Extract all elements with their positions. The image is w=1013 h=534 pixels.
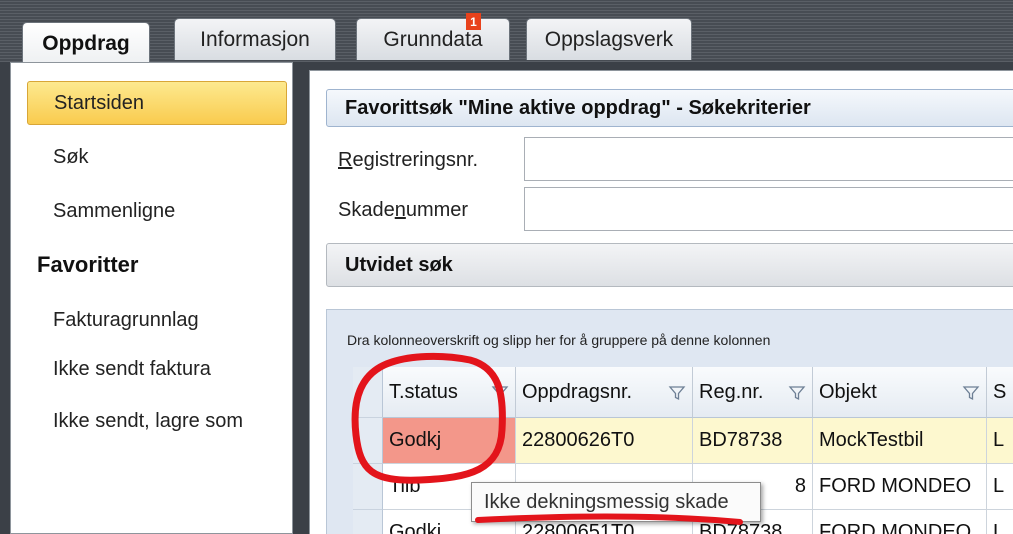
damage-number-input[interactable] bbox=[524, 187, 1013, 231]
tab-grunndata[interactable]: Grunndata 1 bbox=[356, 13, 510, 60]
sidebar-item-ikke-sendt-faktura[interactable]: Ikke sendt faktura bbox=[27, 347, 287, 391]
column-header-objekt[interactable]: Objekt bbox=[813, 367, 987, 418]
top-tab-strip: Oppdrag Informasjon Grunndata 1 Oppslags… bbox=[0, 0, 1013, 64]
column-header-label: Objekt bbox=[819, 380, 877, 403]
filter-funnel-icon[interactable] bbox=[668, 384, 686, 402]
sidebar-item-startsiden[interactable]: Startsiden bbox=[27, 81, 287, 125]
tab-oppdrag[interactable]: Oppdrag bbox=[22, 22, 150, 64]
extended-search-expander[interactable]: Utvidet søk bbox=[326, 243, 1013, 287]
group-drop-hint[interactable]: Dra kolonneoverskrift og slipp her for å… bbox=[347, 332, 770, 348]
row-indicator[interactable] bbox=[353, 418, 383, 464]
tooltip: Ikke dekningsmessig skade bbox=[471, 482, 761, 522]
page-title: Favorittsøk "Mine aktive oppdrag" - Søke… bbox=[345, 96, 811, 119]
favorites-heading: Favoritter bbox=[37, 252, 139, 277]
registration-number-input[interactable] bbox=[524, 137, 1013, 181]
sidebar-item-label: Ikke sendt, lagre som bbox=[53, 409, 244, 432]
registration-number-label: Registreringsnr. bbox=[338, 149, 479, 171]
tab-grunndata-label: Grunndata bbox=[383, 27, 483, 51]
cell-s[interactable]: L bbox=[987, 464, 1013, 510]
tab-informasjon[interactable]: Informasjon bbox=[174, 18, 336, 60]
sidebar-item-sok[interactable]: Søk bbox=[27, 135, 287, 179]
column-header-label: Reg.nr. bbox=[699, 380, 764, 403]
sidebar-item-label: Sammenligne bbox=[53, 199, 176, 222]
column-header-oppdragsnr[interactable]: Oppdragsnr. bbox=[516, 367, 693, 418]
column-header-label: T.status bbox=[389, 380, 458, 403]
notification-badge: 1 bbox=[466, 13, 481, 30]
cell-s[interactable]: L bbox=[987, 510, 1013, 534]
tab-oppslagsverk-label: Oppslagsverk bbox=[544, 27, 674, 51]
cell-tstatus[interactable]: Godkj bbox=[383, 418, 516, 464]
sidebar-item-ikke-sendt-lagre-som[interactable]: Ikke sendt, lagre som bbox=[27, 399, 287, 443]
tab-informasjon-label: Informasjon bbox=[200, 27, 310, 51]
row-indicator[interactable] bbox=[353, 464, 383, 510]
damage-number-label: Skadenummer bbox=[338, 199, 469, 221]
cell-regnr[interactable]: BD78738 bbox=[693, 418, 813, 464]
cell-objekt[interactable]: FORD MONDEO bbox=[813, 464, 987, 510]
search-criteria-header[interactable]: Favorittsøk "Mine aktive oppdrag" - Søke… bbox=[326, 89, 1013, 127]
column-header-label: S bbox=[993, 380, 1007, 403]
extended-search-label: Utvidet søk bbox=[345, 253, 453, 276]
sidebar-item-sammenligne[interactable]: Sammenligne bbox=[27, 189, 287, 233]
cell-oppdragsnr[interactable]: 22800626T0 bbox=[516, 418, 693, 464]
sidebar-item-label: Fakturagrunnlag bbox=[53, 308, 199, 331]
sidebar-item-fakturagrunnlag[interactable]: Fakturagrunnlag bbox=[27, 298, 287, 342]
cell-s[interactable]: L bbox=[987, 418, 1013, 464]
main-panel: Favorittsøk "Mine aktive oppdrag" - Søke… bbox=[309, 70, 1013, 534]
filter-funnel-icon[interactable] bbox=[491, 384, 509, 402]
column-header-label: Oppdragsnr. bbox=[522, 380, 633, 403]
sidebar: Startsiden Søk Sammenligne Favoritter Fa… bbox=[10, 62, 293, 534]
tab-oppslagsverk[interactable]: Oppslagsverk bbox=[526, 18, 692, 60]
tab-oppdrag-label: Oppdrag bbox=[42, 31, 130, 55]
cell-objekt[interactable]: MockTestbil bbox=[813, 418, 987, 464]
sidebar-item-label: Søk bbox=[53, 145, 89, 168]
cell-objekt[interactable]: FORD MONDEO bbox=[813, 510, 987, 534]
row-indicator[interactable] bbox=[353, 510, 383, 534]
tooltip-text: Ikke dekningsmessig skade bbox=[484, 490, 729, 513]
column-header-s[interactable]: S bbox=[987, 367, 1013, 418]
column-header-tstatus[interactable]: T.status bbox=[383, 367, 516, 418]
sidebar-item-label: Ikke sendt faktura bbox=[53, 357, 211, 380]
sidebar-item-label: Startsiden bbox=[54, 91, 145, 114]
row-indicator-header bbox=[353, 367, 383, 418]
filter-funnel-icon[interactable] bbox=[962, 384, 980, 402]
column-header-regnr[interactable]: Reg.nr. bbox=[693, 367, 813, 418]
filter-funnel-icon[interactable] bbox=[788, 384, 806, 402]
